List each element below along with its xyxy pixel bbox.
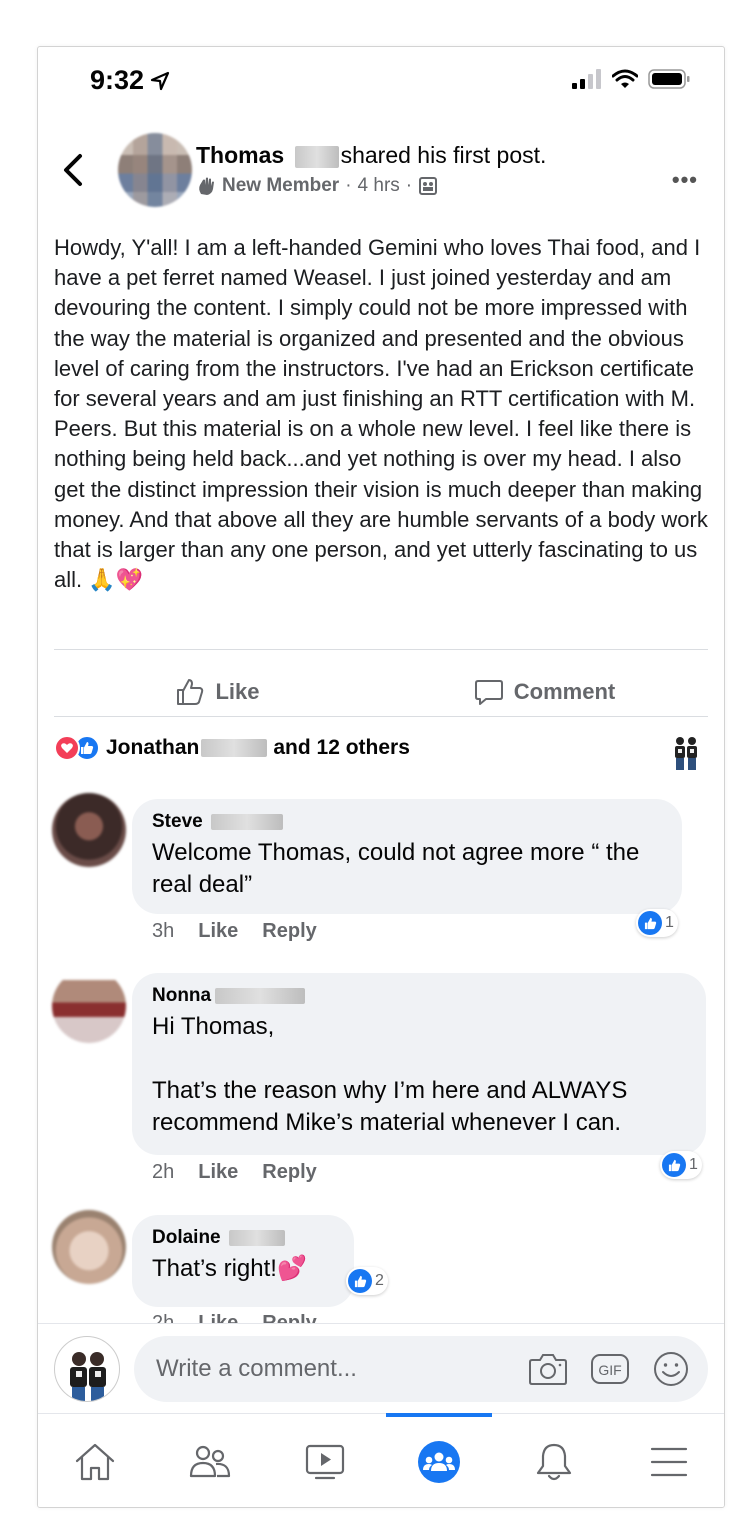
member-badge: New Member <box>222 175 340 196</box>
meta-dot: · <box>405 175 413 196</box>
post-actions: Like Comment <box>54 667 708 717</box>
comment-text: Hi Thomas, That’s the reason why I’m her… <box>152 1013 628 1136</box>
comment-reply-link[interactable]: Reply <box>262 1161 316 1184</box>
svg-text:GIF: GIF <box>598 1362 621 1378</box>
comment-author-name: Dolaine <box>152 1227 221 1248</box>
comment-time: 2h <box>152 1161 175 1183</box>
menu-icon <box>650 1447 687 1476</box>
comment-bubble: Dolaine That’s right!💕 <box>132 1215 354 1307</box>
comment-text: Welcome Thomas, could not agree more “ t… <box>152 839 640 898</box>
comment-author[interactable]: Dolaine <box>152 1227 334 1249</box>
more-options-icon[interactable]: ••• <box>672 167 698 193</box>
reactions-others: and 12 others <box>273 736 410 759</box>
comment-button[interactable]: Comment <box>381 667 708 717</box>
tab-groups[interactable] <box>382 1414 497 1507</box>
comment-icon <box>474 680 503 705</box>
people-avatar-icon <box>675 737 697 770</box>
my-avatar[interactable] <box>54 1336 120 1402</box>
post-time[interactable]: 4 hrs <box>358 175 400 197</box>
comment-like-link[interactable]: Like <box>198 920 238 943</box>
group-privacy-icon <box>419 177 438 195</box>
profile-photo-icon <box>70 1352 106 1401</box>
composer-icons: GIF <box>528 1336 690 1402</box>
status-time-text: 9:32 <box>90 65 145 95</box>
comment-bubble: Steve Welcome Thomas, could not agree mo… <box>132 799 682 914</box>
post-body: Howdy, Y'all! I am a left-handed Gemini … <box>54 235 708 593</box>
comment-bubble: Nonna Hi Thomas, That’s the reason why I… <box>132 973 706 1155</box>
comment-composer: Write a comment... GIF <box>38 1323 724 1413</box>
like-count-value: 1 <box>689 1156 698 1173</box>
comment-like-count[interactable]: 1 <box>636 909 678 937</box>
like-count-value: 2 <box>375 1272 384 1289</box>
gif-icon[interactable]: GIF <box>590 1352 630 1386</box>
commenter-avatar[interactable] <box>52 1210 126 1284</box>
comment-author[interactable]: Nonna <box>152 985 686 1007</box>
thumbs-up-icon <box>177 679 204 705</box>
signal-icon <box>572 69 601 89</box>
groups-icon <box>418 1440 461 1483</box>
like-count-value: 1 <box>665 914 674 931</box>
post-meta: New Member · 4 hrs · <box>196 175 438 197</box>
comment-author-name: Steve <box>152 811 203 832</box>
author-name[interactable]: Thomas <box>196 142 284 168</box>
notifications-icon <box>536 1443 572 1480</box>
comment-meta: 3h Like Reply <box>152 920 317 943</box>
comment-input[interactable]: Write a comment... GIF <box>134 1336 708 1402</box>
meta-dot: · <box>345 175 352 196</box>
friends-icon <box>189 1445 231 1477</box>
tab-menu[interactable] <box>611 1414 724 1507</box>
reactor-name: Jonathan <box>106 736 200 759</box>
tab-home[interactable] <box>38 1414 153 1507</box>
commenter-avatar[interactable] <box>52 793 126 867</box>
tab-friends[interactable] <box>153 1414 268 1507</box>
redacted-surname <box>210 814 283 830</box>
redacted-surname <box>294 145 339 168</box>
header-action-text: shared his first post. <box>340 142 547 168</box>
comment-meta: 2h Like Reply <box>152 1161 317 1184</box>
emoji-icon[interactable] <box>652 1350 690 1388</box>
comment-label: Comment <box>513 679 616 704</box>
location-arrow-icon <box>150 71 170 90</box>
status-bar-time: 9:32 <box>90 65 170 96</box>
watch-icon <box>305 1444 344 1479</box>
like-label: Like <box>215 679 260 704</box>
divider <box>54 649 708 650</box>
post-header-line: Thomas shared his first post. <box>196 142 546 169</box>
comment-time: 3h <box>152 920 175 942</box>
comment-like-link[interactable]: Like <box>198 1161 238 1184</box>
phone-frame: 9:32 Thomas shared his first post. New M… <box>37 46 725 1508</box>
like-reaction-icon <box>662 1153 686 1177</box>
comment-author[interactable]: Steve <box>152 811 662 833</box>
comment-input-placeholder: Write a comment... <box>156 1355 357 1382</box>
camera-icon[interactable] <box>528 1352 568 1386</box>
status-icons <box>572 69 690 89</box>
like-button[interactable]: Like <box>54 667 381 717</box>
author-avatar[interactable] <box>118 133 192 207</box>
redacted-surname <box>201 739 268 757</box>
commenter-avatar[interactable] <box>52 969 126 1043</box>
like-reaction-icon <box>638 911 662 935</box>
comment-like-count[interactable]: 2 <box>346 1267 388 1295</box>
battery-icon <box>648 69 690 89</box>
comment-author-name: Nonna <box>152 985 212 1006</box>
redacted-surname <box>228 1230 285 1246</box>
reactions-summary[interactable]: Jonathan and 12 others <box>54 735 410 761</box>
wave-hand-icon <box>199 177 214 195</box>
redacted-surname <box>215 988 306 1004</box>
tab-watch[interactable] <box>267 1414 382 1507</box>
wifi-icon <box>612 69 638 88</box>
tab-notifications[interactable] <box>497 1414 612 1507</box>
divider <box>54 716 708 717</box>
like-reaction-icon <box>348 1269 372 1293</box>
love-reaction-icon <box>54 735 80 761</box>
comment-like-count[interactable]: 1 <box>660 1151 702 1179</box>
comment-reply-link[interactable]: Reply <box>262 920 316 943</box>
back-chevron-icon[interactable] <box>60 153 86 187</box>
home-icon <box>76 1443 115 1480</box>
bottom-tab-bar <box>38 1413 724 1507</box>
comment-text: That’s right!💕 <box>152 1255 307 1282</box>
